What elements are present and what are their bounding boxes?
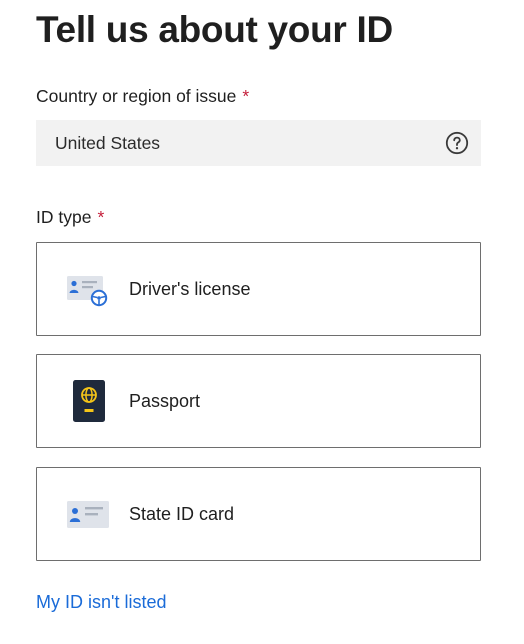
page-title: Tell us about your ID [36, 9, 393, 50]
id-type-label: ID type * [36, 205, 104, 229]
drivers-license-icon [65, 266, 111, 312]
country-label: Country or region of issue * [36, 84, 249, 108]
passport-icon [65, 378, 111, 424]
option-passport[interactable]: Passport [36, 354, 481, 448]
id-not-listed-link[interactable]: My ID isn't listed [36, 590, 166, 614]
question-circle-icon[interactable] [445, 131, 469, 155]
option-state-id-card[interactable]: State ID card [36, 467, 481, 561]
option-label: State ID card [129, 503, 235, 524]
country-value: United States [55, 132, 161, 153]
option-drivers-license[interactable]: Driver's license [36, 242, 481, 336]
option-label: Passport [129, 390, 201, 411]
required-asterisk: * [97, 207, 105, 227]
required-asterisk: * [242, 86, 250, 106]
state-id-card-icon [65, 491, 111, 537]
id-type-label-text: ID type [36, 207, 92, 227]
country-label-text: Country or region of issue [36, 86, 237, 106]
country-select[interactable]: United States [36, 120, 481, 166]
option-label: Driver's license [129, 278, 251, 299]
